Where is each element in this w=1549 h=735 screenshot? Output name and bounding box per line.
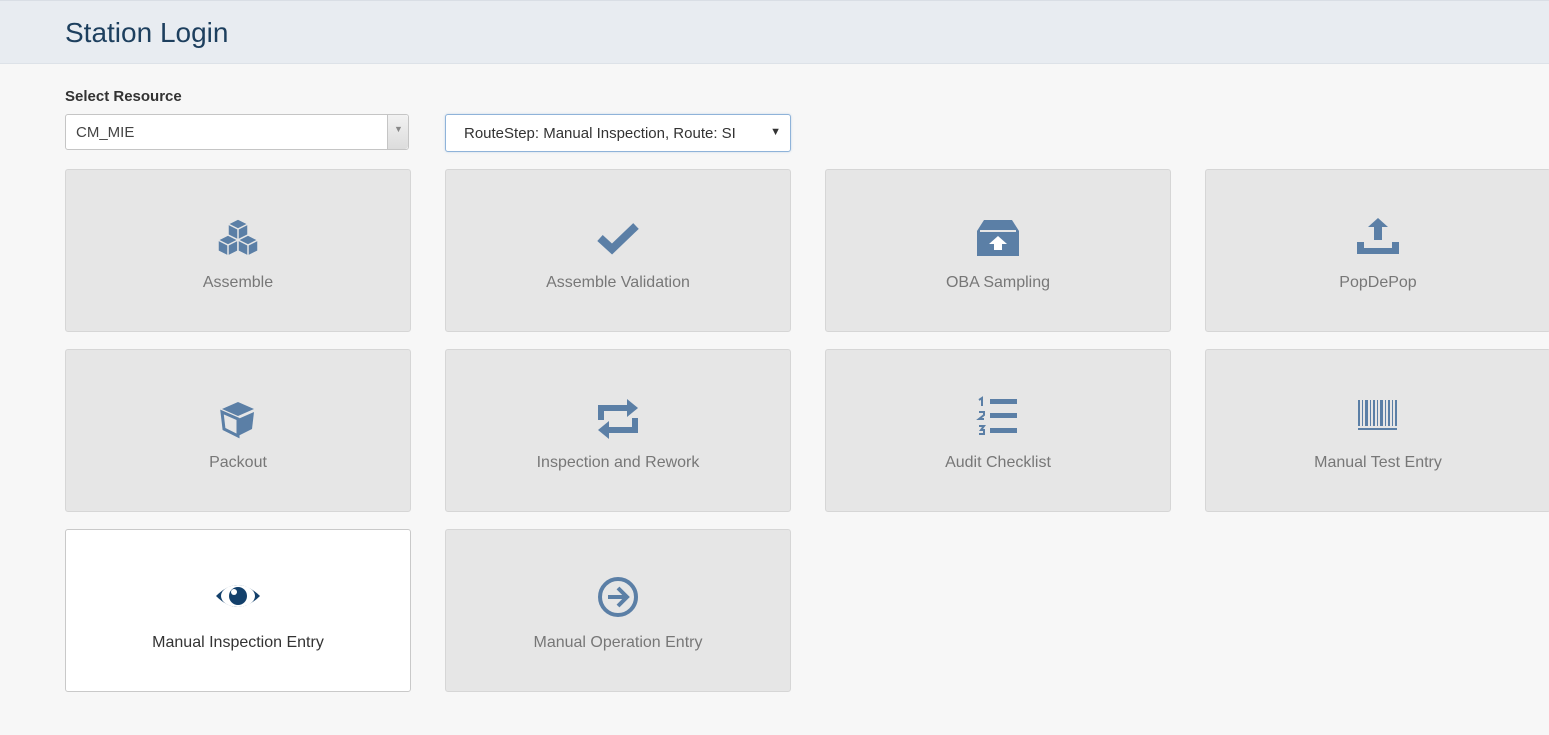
tile-manual-inspection-entry[interactable]: Manual Inspection Entry [65,529,411,692]
eye-icon [211,576,265,622]
tile-label: Packout [209,454,267,471]
arrow-circle-right-icon [591,576,645,622]
tile-label: Audit Checklist [945,454,1051,471]
check-icon [591,216,645,262]
page-header: Station Login [0,0,1549,64]
chevron-down-icon: ▼ [770,126,781,138]
tile-label: Assemble Validation [546,274,690,291]
ordered-list-icon [971,396,1025,442]
tile-packout[interactable]: Packout [65,349,411,512]
tile-assemble[interactable]: Assemble [65,169,411,332]
tile-audit-checklist[interactable]: Audit Checklist [825,349,1171,512]
tile-oba-sampling[interactable]: OBA Sampling [825,169,1171,332]
tile-assemble-validation[interactable]: Assemble Validation [445,169,791,332]
tile-inspection-and-rework[interactable]: Inspection and Rework [445,349,791,512]
tile-manual-test-entry[interactable]: Manual Test Entry [1205,349,1549,512]
page-title: Station Login [65,17,229,48]
resource-select-toggle[interactable]: ▼ [387,115,408,149]
tile-manual-operation-entry[interactable]: Manual Operation Entry [445,529,791,692]
route-step-select-value: RouteStep: Manual Inspection, Route: SI [464,125,736,142]
tile-label: Inspection and Rework [536,454,700,471]
tile-label: Manual Test Entry [1314,454,1442,471]
retweet-icon [591,396,645,442]
resource-select[interactable]: CM_MIE ▼ [65,114,409,150]
select-resource-label: Select Resource [65,88,182,105]
tile-popdepop[interactable]: PopDePop [1205,169,1549,332]
barcode-icon [1351,396,1405,442]
archive-upload-icon [971,216,1025,262]
cubes-icon [211,216,265,262]
tile-label: Manual Inspection Entry [152,634,324,651]
tile-label: PopDePop [1339,274,1417,291]
chevron-down-icon: ▼ [394,124,403,134]
open-box-icon [211,396,265,442]
upload-tray-icon [1351,216,1405,262]
tile-label: OBA Sampling [945,274,1051,291]
tile-label: Assemble [202,274,274,291]
tile-label: Manual Operation Entry [533,634,703,651]
route-step-select[interactable]: RouteStep: Manual Inspection, Route: SI … [445,114,791,152]
resource-select-value: CM_MIE [76,124,135,141]
